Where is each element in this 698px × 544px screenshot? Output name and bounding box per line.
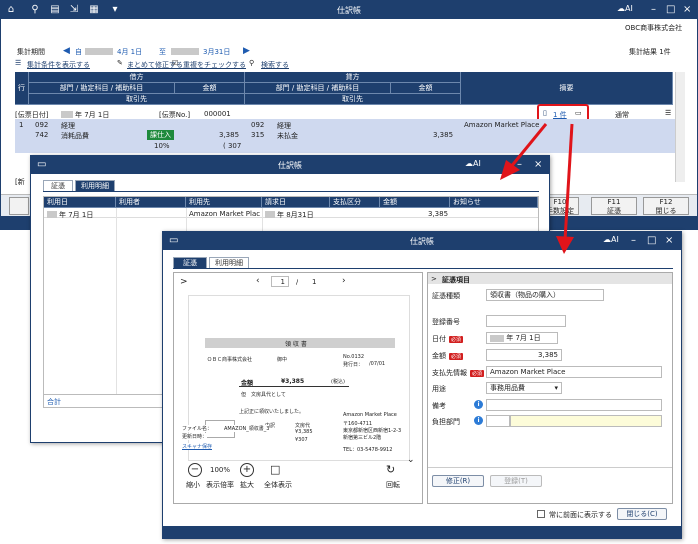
arrow-to-detail [500,123,548,180]
arrow-to-voucher [556,123,574,254]
annotation-arrows [500,123,574,254]
